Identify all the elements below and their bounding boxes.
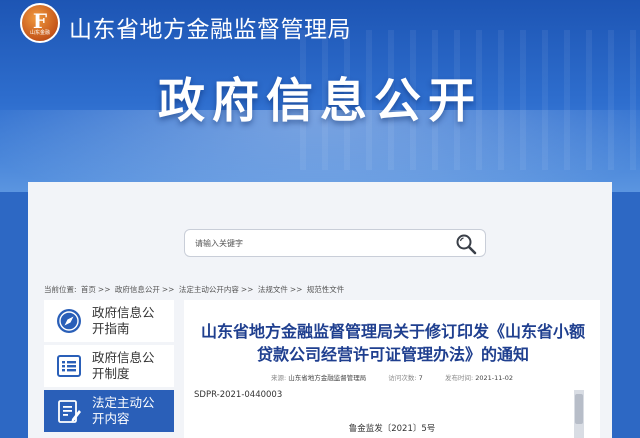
date-label: 发布时间: [444,374,474,382]
breadcrumb-separator: >> [289,285,303,294]
views-value: 7 [418,374,423,382]
article-title: 山东省地方金融监督管理局关于修订印发《山东省小额贷款公司经营许可证管理办法》的通… [200,322,585,364]
content-panel: 当前位置: 首页>> 政府信息公开>> 法定主动公开内容>> 法规文件>> 规范… [28,182,612,438]
breadcrumb: 当前位置: 首页 >> 政府信息公开 >> 法定主动公开内容 >> 法规文件 >> 规范… [44,284,346,295]
sidebar-item-label: 法定主动公开内容 [92,395,155,426]
sidebar-item-guide[interactable]: 政府信息公开指南 [44,300,174,342]
views-label: 访问次数: [388,374,417,382]
sidebar-item-label: 政府信息公开制度 [92,350,155,381]
compass-icon [54,306,84,336]
date-value: 2021-11-02 [475,374,514,382]
breadcrumb-item-statutory[interactable]: 法定主动公开内容 [179,285,239,294]
list-icon [54,351,84,381]
breadcrumb-prefix: 当前位置: [44,285,77,294]
scrollbar[interactable] [574,390,584,438]
sidebar-item-system[interactable]: 政府信息公开制度 [44,345,174,387]
document-number: 鲁金监发〔2021〕5号 [348,424,436,434]
sidebar-item-statutory[interactable]: 法定主动公开内容 [44,390,174,432]
org-logo[interactable]: F 山东金融 [20,3,60,43]
scrollbar-thumb[interactable] [575,394,583,424]
breadcrumb-item-home[interactable]: 首页 [81,285,96,294]
sidebar-nav: 政府信息公开指南 政府信息公开制度 法定主动公开内容 [44,300,174,435]
article-card: 山东省地方金融监督管理局关于修订印发《山东省小额贷款公司经营许可证管理办法》的通… [184,300,600,438]
breadcrumb-item-normative[interactable]: 规范性文件 [307,285,345,294]
header-banner: F 山东金融 山东省地方金融监督管理局 政府信息公开 [0,0,640,192]
breadcrumb-separator: >> [161,285,175,294]
banner-title: 政府信息公开 [158,74,482,129]
search-icon[interactable] [455,233,477,255]
edit-document-icon [54,396,84,426]
source-label: 来源: [270,374,287,382]
sidebar-item-label: 政府信息公开指南 [92,305,155,336]
breadcrumb-item-gov-info[interactable]: 政府信息公开 [115,285,160,294]
logo-mini-text: 山东金融 [29,30,50,36]
article-meta: 来源: 山东省地方金融监督管理局 访问次数: 7 发布时间: 2021-11-0… [184,372,600,382]
search-box [184,229,486,257]
breadcrumb-item-regulations[interactable]: 法规文件 [258,285,288,294]
breadcrumb-separator: >> [240,285,254,294]
source-value: 山东省地方金融监督管理局 [288,374,367,382]
breadcrumb-separator: >> [97,285,111,294]
document-id: SDPR-2021-0440003 [194,390,283,400]
search-input[interactable] [195,235,435,251]
logo-glyph: F [32,9,48,33]
org-title[interactable]: 山东省地方金融监督管理局 [69,10,351,44]
